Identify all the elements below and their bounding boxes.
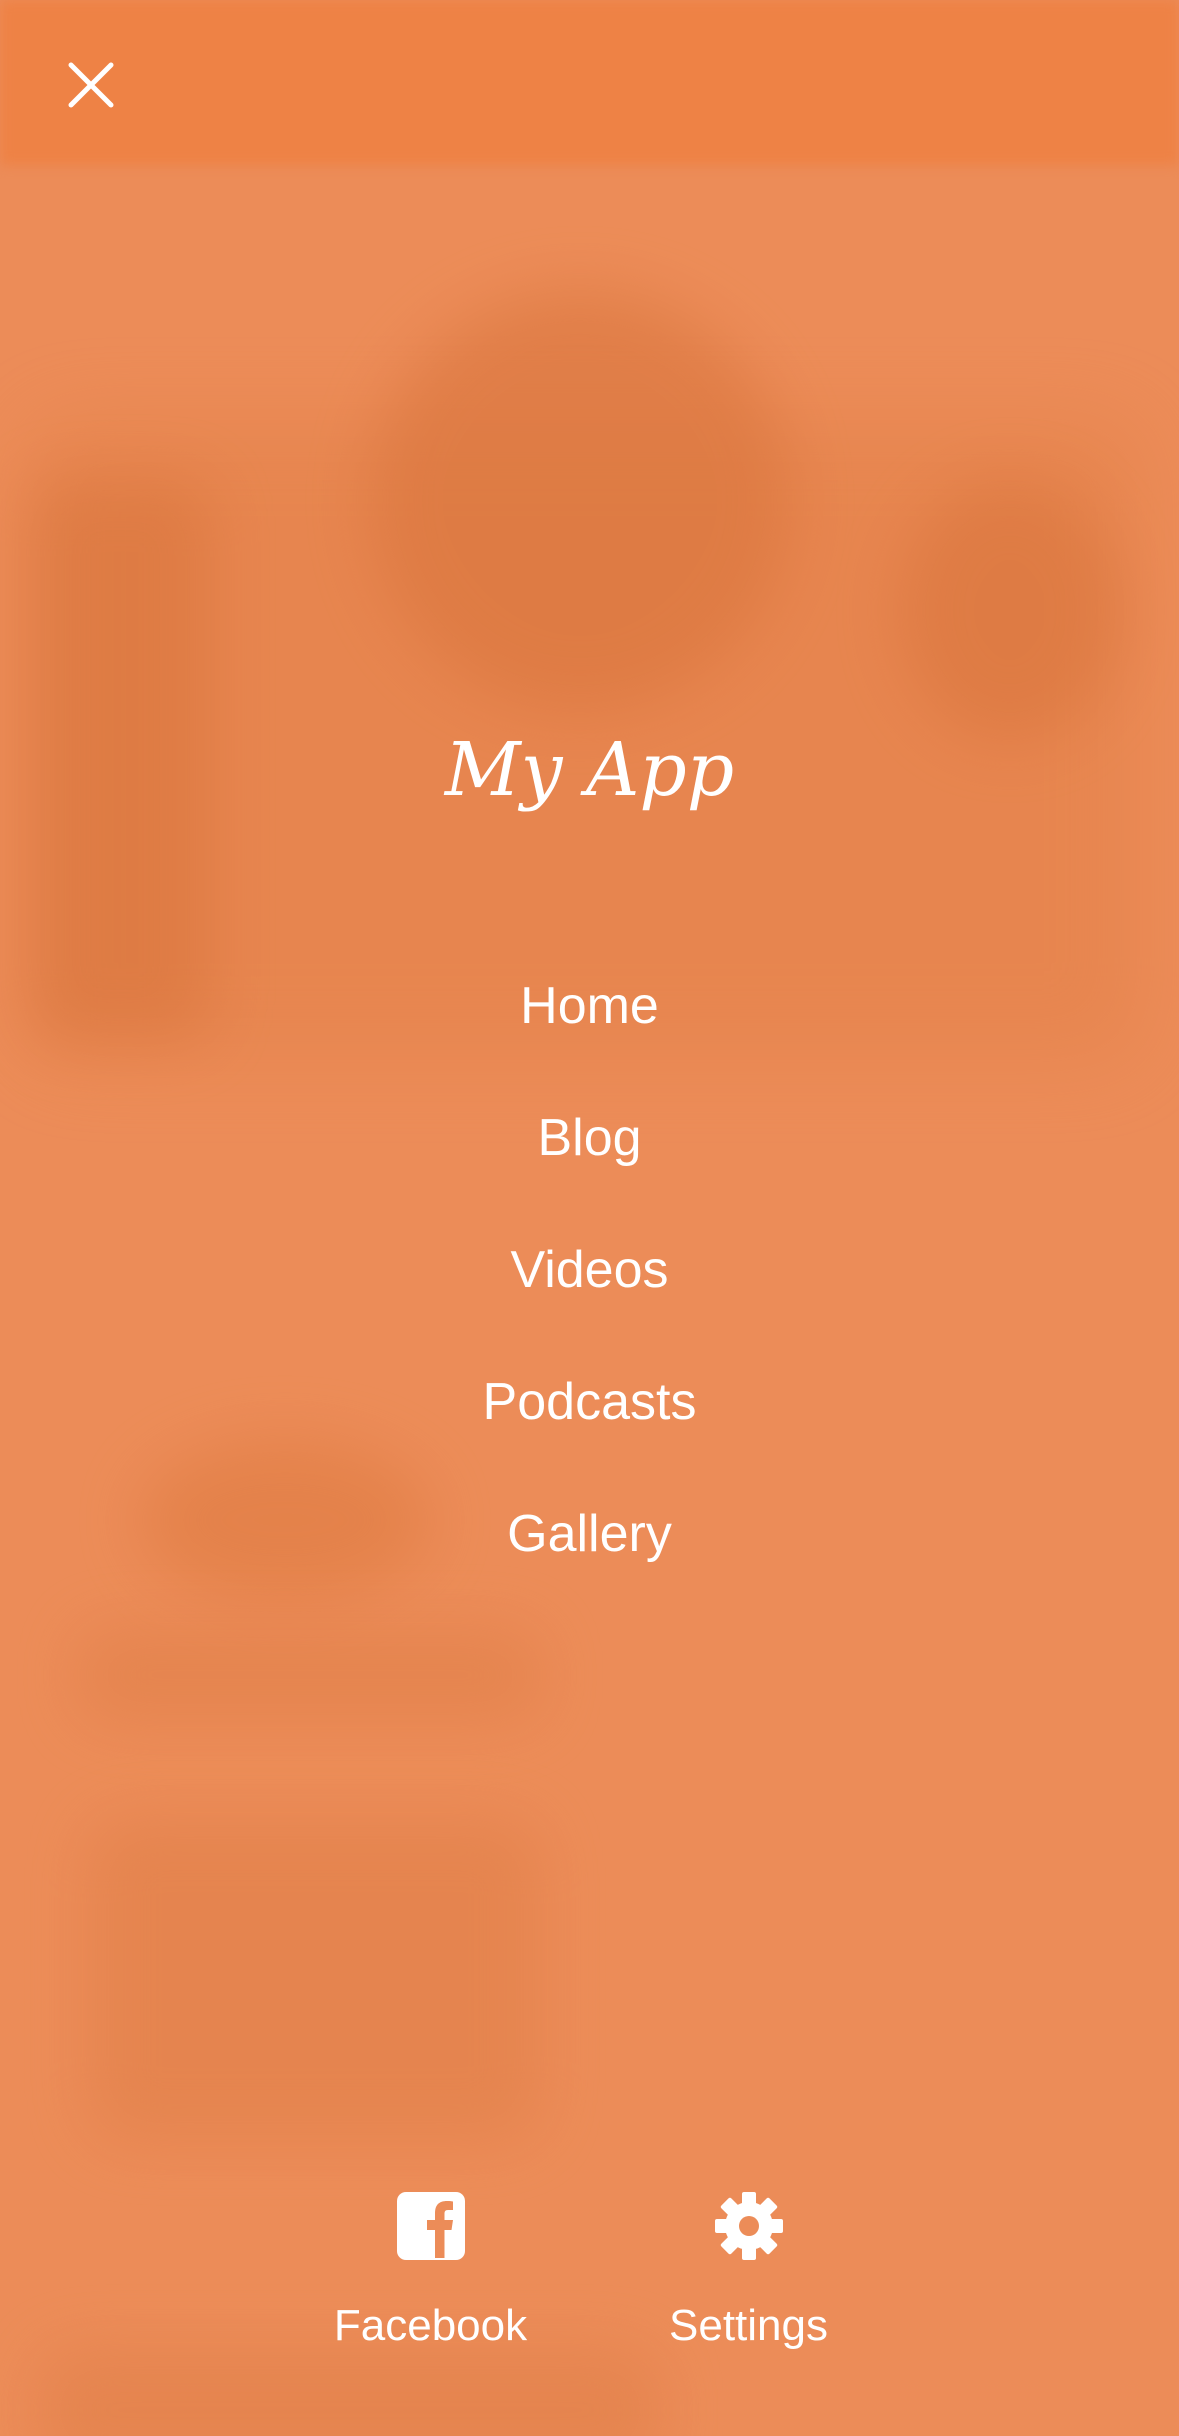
facebook-icon	[395, 2190, 467, 2262]
menu-item-gallery[interactable]: Gallery	[507, 1468, 672, 1600]
background-image-blur	[370, 290, 790, 710]
facebook-button[interactable]: Facebook	[331, 2190, 531, 2352]
menu-item-podcasts[interactable]: Podcasts	[483, 1336, 697, 1468]
facebook-label: Facebook	[333, 2301, 528, 2350]
menu-item-blog[interactable]: Blog	[537, 1072, 641, 1204]
background-image-blur	[900, 480, 1120, 740]
background-image-blur	[40, 2350, 660, 2436]
gear-icon	[713, 2190, 785, 2262]
background-image-blur	[80, 1630, 540, 1720]
header-bar-blurred	[0, 0, 1179, 165]
menu-item-home[interactable]: Home	[520, 940, 659, 1072]
background-image-blur	[90, 1820, 540, 2140]
close-button[interactable]	[56, 50, 126, 120]
settings-label: Settings	[669, 2301, 828, 2350]
nav-menu: Home Blog Videos Podcasts Gallery	[0, 940, 1179, 1600]
close-icon	[68, 62, 114, 108]
menu-footer: Facebook Settings	[0, 2190, 1179, 2352]
app-title: My App	[444, 727, 735, 813]
menu-item-videos[interactable]: Videos	[510, 1204, 668, 1336]
settings-button[interactable]: Settings	[649, 2190, 849, 2352]
menu-overlay: My App Home Blog Videos Podcasts Gallery…	[0, 0, 1179, 2436]
